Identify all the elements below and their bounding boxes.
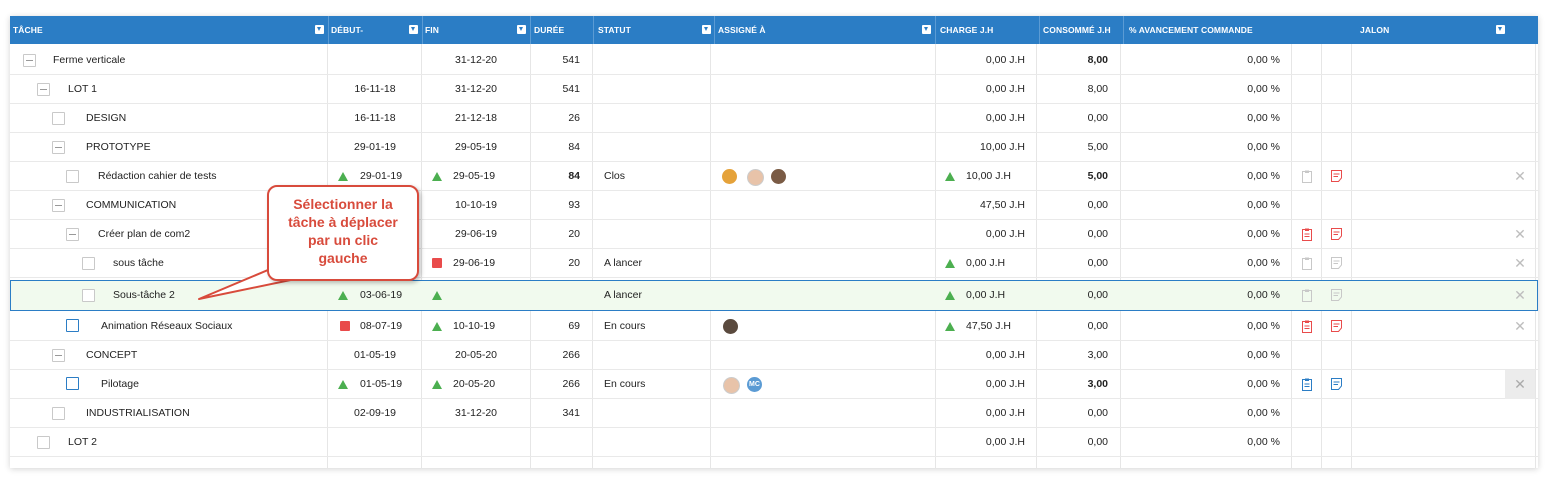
callout-line: Sélectionner la <box>293 196 393 212</box>
callout-line: tâche à déplacer <box>288 214 398 230</box>
callout-line: gauche <box>318 250 368 266</box>
callout-text: Sélectionner la tâche à déplacer par un … <box>269 195 417 267</box>
callout-line: par un clic <box>307 232 379 248</box>
instruction-callout: Sélectionner la tâche à déplacer par un … <box>267 185 419 281</box>
callout-pointer <box>198 261 306 300</box>
